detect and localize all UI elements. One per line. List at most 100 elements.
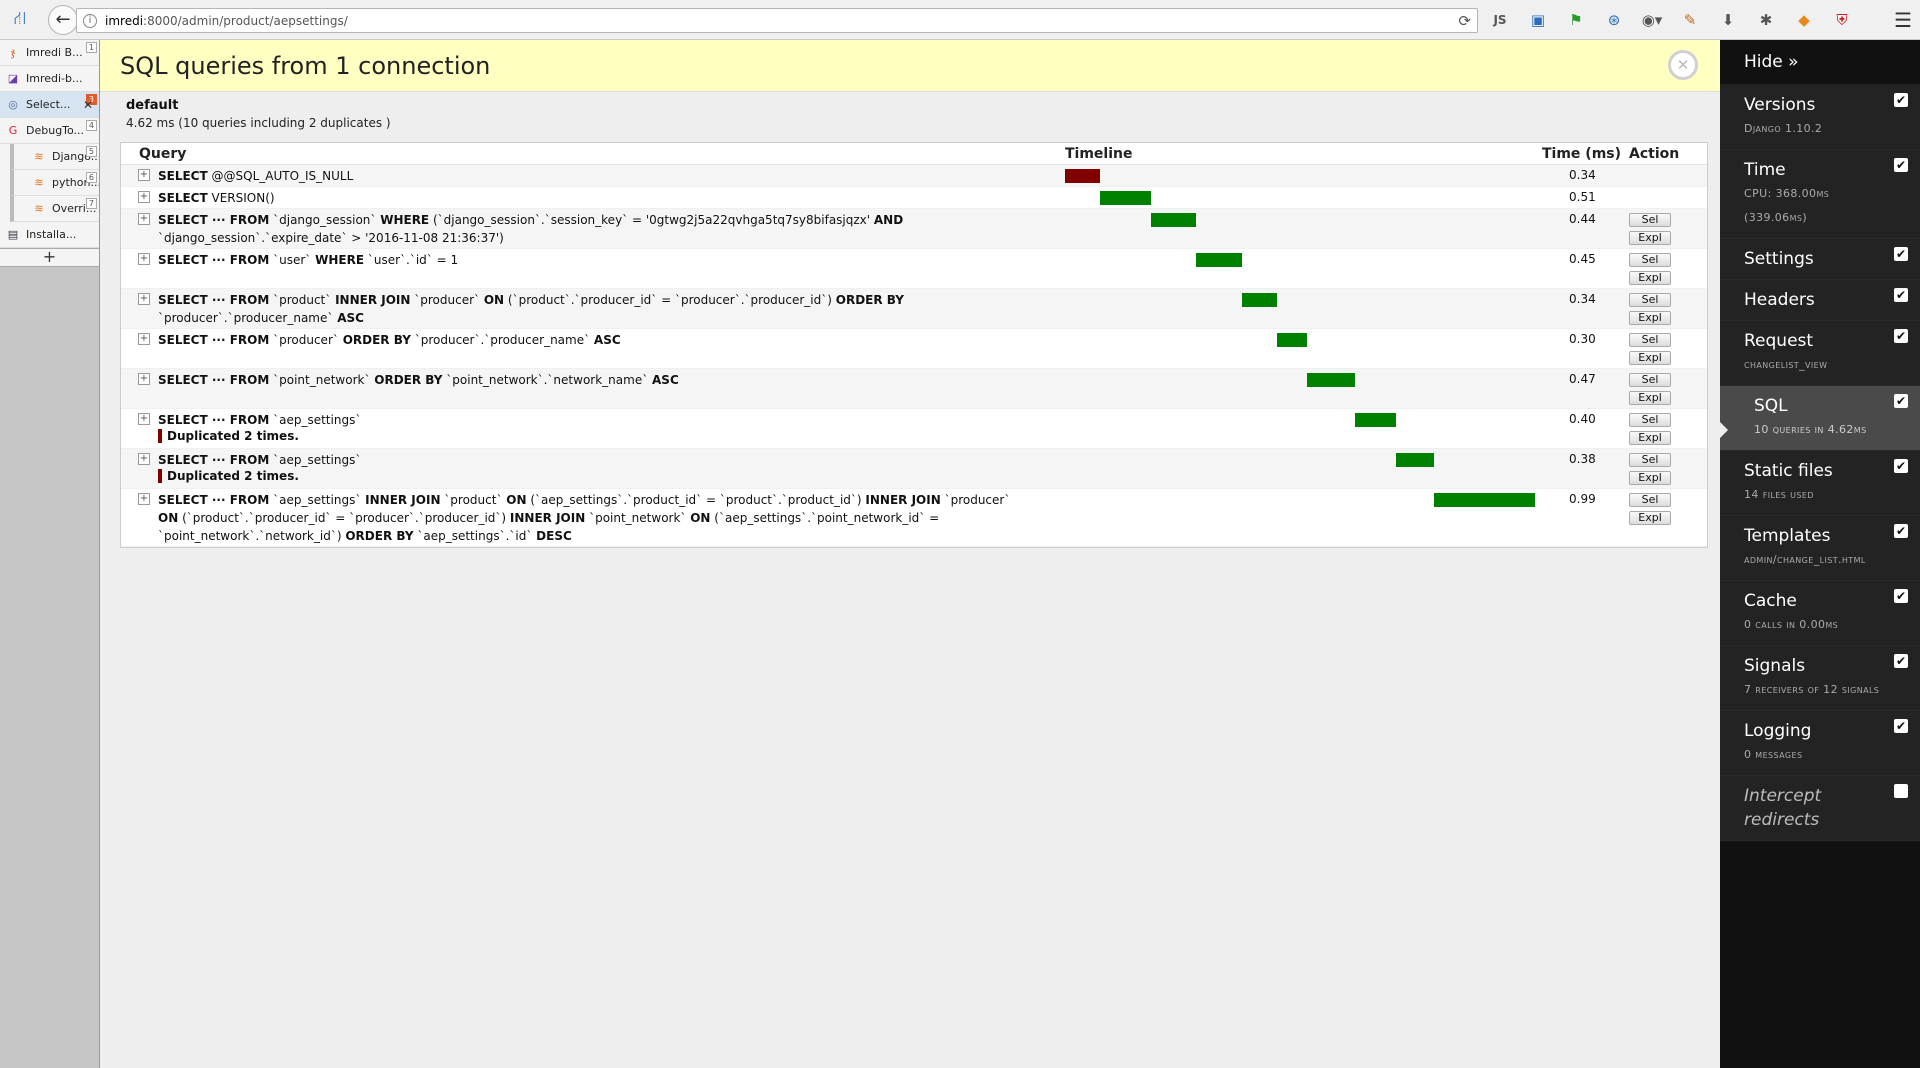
panel-toggle-checkbox[interactable]: ✔	[1894, 247, 1908, 261]
panel-item-headers[interactable]: Headers ✔	[1720, 280, 1920, 321]
globe-icon[interactable]: ◉▾	[1640, 8, 1664, 32]
explain-button[interactable]: Expl	[1629, 391, 1671, 405]
screenshot-icon[interactable]: ▣	[1526, 8, 1550, 32]
select-button[interactable]: Sel	[1629, 293, 1671, 307]
info-icon[interactable]: i	[83, 13, 97, 28]
close-panel-button[interactable]: ✕	[1668, 50, 1698, 80]
panel-item-signals[interactable]: Signals 7 receivers of 12 signals ✔	[1720, 646, 1920, 711]
panel-toggle-checkbox[interactable]: ✔	[1894, 93, 1908, 107]
network-icon[interactable]: ⊛	[1602, 8, 1626, 32]
sql-query[interactable]: SELECT ··· FROM `aep_settings` INNER JOI…	[158, 491, 1058, 545]
sql-query[interactable]: SELECT ··· FROM `user` WHERE `user`.`id`…	[158, 251, 1058, 269]
sql-query[interactable]: SELECT ··· FROM `aep_settings` Duplicated…	[158, 411, 1058, 443]
expand-icon[interactable]: +	[138, 373, 150, 385]
flag-icon[interactable]: ⚑	[1564, 8, 1588, 32]
expand-icon[interactable]: +	[138, 213, 150, 225]
explain-button[interactable]: Expl	[1629, 271, 1671, 285]
select-button[interactable]: Sel	[1629, 493, 1671, 507]
sql-query[interactable]: SELECT VERSION()	[158, 189, 1058, 207]
select-button[interactable]: Sel	[1629, 453, 1671, 467]
panel-toggle-checkbox[interactable]: ✔	[1894, 459, 1908, 473]
expand-icon[interactable]: +	[138, 253, 150, 265]
expand-icon[interactable]: +	[138, 169, 150, 181]
db-stats: 4.62 ms (10 queries including 2 duplicat…	[126, 116, 391, 130]
browser-tab[interactable]: ◪ Imredi-b...	[0, 66, 99, 92]
expand-icon[interactable]: +	[138, 191, 150, 203]
explain-button[interactable]: Expl	[1629, 311, 1671, 325]
select-button[interactable]: Sel	[1629, 333, 1671, 347]
back-button[interactable]: ←	[48, 4, 78, 35]
db-info: default 4.62 ms (10 queries including 2 …	[100, 92, 1720, 130]
new-tab-button[interactable]: +	[0, 249, 99, 267]
panel-title: Versions	[1744, 95, 1816, 115]
js-icon[interactable]: JS	[1488, 8, 1512, 32]
panel-toggle-checkbox[interactable]: ✔	[1894, 158, 1908, 172]
url-bar[interactable]: i imredi:8000/admin/product/aepsettings/…	[76, 8, 1478, 33]
panel-toggle-checkbox[interactable]: ✔	[1894, 719, 1908, 733]
timeline-bar	[1307, 373, 1355, 387]
table-row: + SELECT ··· FROM `aep_settings` INNER JO…	[121, 489, 1707, 547]
panel-item-request[interactable]: Request changelist_view ✔	[1720, 321, 1920, 386]
fox-icon[interactable]: ◆	[1792, 8, 1816, 32]
expand-icon[interactable]: +	[138, 453, 150, 465]
tab-favicon-icon: ▤	[7, 228, 19, 241]
panel-toggle-checkbox[interactable]: ✔	[1894, 784, 1908, 798]
panel-item-settings[interactable]: Settings ✔	[1720, 239, 1920, 280]
panel-toggle-checkbox[interactable]: ✔	[1894, 394, 1908, 408]
expand-icon[interactable]: +	[138, 413, 150, 425]
explain-button[interactable]: Expl	[1629, 511, 1671, 525]
shield-icon[interactable]: ⛨	[1830, 8, 1854, 32]
explain-button[interactable]: Expl	[1629, 471, 1671, 485]
sql-query[interactable]: SELECT ··· FROM `producer` ORDER BY `pro…	[158, 331, 1058, 349]
tree-style-tab-icon[interactable]: ⛙	[6, 6, 34, 34]
browser-tab[interactable]: ≋ Overri... 7	[10, 196, 99, 222]
hide-toolbar-button[interactable]: Hide »	[1720, 40, 1920, 85]
reload-icon[interactable]: ⟳	[1458, 12, 1471, 30]
panel-item-cache[interactable]: Cache 0 calls in 0.00ms ✔	[1720, 581, 1920, 646]
tab-label: DebugTo...	[26, 124, 85, 137]
download-icon[interactable]: ⬇	[1716, 8, 1740, 32]
panel-toggle-checkbox[interactable]: ✔	[1894, 589, 1908, 603]
browser-tab[interactable]: ჯ Imredi B... 1	[0, 40, 99, 66]
expand-icon[interactable]: +	[138, 293, 150, 305]
expand-icon[interactable]: +	[138, 333, 150, 345]
panel-item-logging[interactable]: Logging 0 messages ✔	[1720, 711, 1920, 776]
tab-number-badge: 1	[85, 42, 97, 53]
explain-button[interactable]: Expl	[1629, 431, 1671, 445]
panel-title: Templates	[1744, 526, 1831, 546]
panel-item-time[interactable]: Time CPU: 368.00ms (339.06ms) ✔	[1720, 150, 1920, 239]
explain-button[interactable]: Expl	[1629, 351, 1671, 365]
browser-tab[interactable]: G DebugTo... 4	[0, 118, 99, 144]
sql-query[interactable]: SELECT ··· FROM `product` INNER JOIN `pr…	[158, 291, 1058, 327]
browser-tab[interactable]: ≋ python... 6	[10, 170, 99, 196]
sql-query[interactable]: SELECT @@SQL_AUTO_IS_NULL	[158, 167, 1058, 185]
select-button[interactable]: Sel	[1629, 253, 1671, 267]
select-button[interactable]: Sel	[1629, 373, 1671, 387]
panel-item-sql[interactable]: SQL 10 queries in 4.62ms ✔	[1720, 386, 1920, 451]
sql-query[interactable]: SELECT ··· FROM `aep_settings` Duplicated…	[158, 451, 1058, 483]
query-time: 0.44	[1569, 212, 1596, 226]
panel-toggle-checkbox[interactable]: ✔	[1894, 329, 1908, 343]
explain-button[interactable]: Expl	[1629, 231, 1671, 245]
table-header: Query Timeline Time (ms) Action	[121, 143, 1707, 165]
close-tab-icon[interactable]: ✕	[83, 98, 93, 112]
panel-item-templates[interactable]: Templates admin/change_list.html ✔	[1720, 516, 1920, 581]
expand-icon[interactable]: +	[138, 493, 150, 505]
panel-item-versions[interactable]: Versions Django 1.10.2 ✔	[1720, 85, 1920, 150]
sql-query[interactable]: SELECT ··· FROM `django_session` WHERE (…	[158, 211, 1058, 247]
menu-icon[interactable]: ☰	[1894, 8, 1912, 32]
sql-query[interactable]: SELECT ··· FROM `point_network` ORDER BY…	[158, 371, 1058, 389]
panel-item-static-files[interactable]: Static files 14 files used ✔	[1720, 451, 1920, 516]
puzzle-icon[interactable]: ✱	[1754, 8, 1778, 32]
browser-tab[interactable]: ≋ Django... 5	[10, 144, 99, 170]
select-button[interactable]: Sel	[1629, 213, 1671, 227]
panel-item-intercept-redirects[interactable]: Intercept redirects ✔	[1720, 776, 1920, 841]
browser-tab[interactable]: ▤ Installa...	[0, 222, 99, 248]
browser-tab[interactable]: ◎ Select... 3 ✕	[0, 92, 99, 118]
select-button[interactable]: Sel	[1629, 413, 1671, 427]
panel-toggle-checkbox[interactable]: ✔	[1894, 654, 1908, 668]
panel-subtitle: 0 calls in 0.00ms	[1744, 618, 1839, 631]
extension-icon[interactable]: ✎	[1678, 8, 1702, 32]
panel-toggle-checkbox[interactable]: ✔	[1894, 524, 1908, 538]
panel-toggle-checkbox[interactable]: ✔	[1894, 288, 1908, 302]
